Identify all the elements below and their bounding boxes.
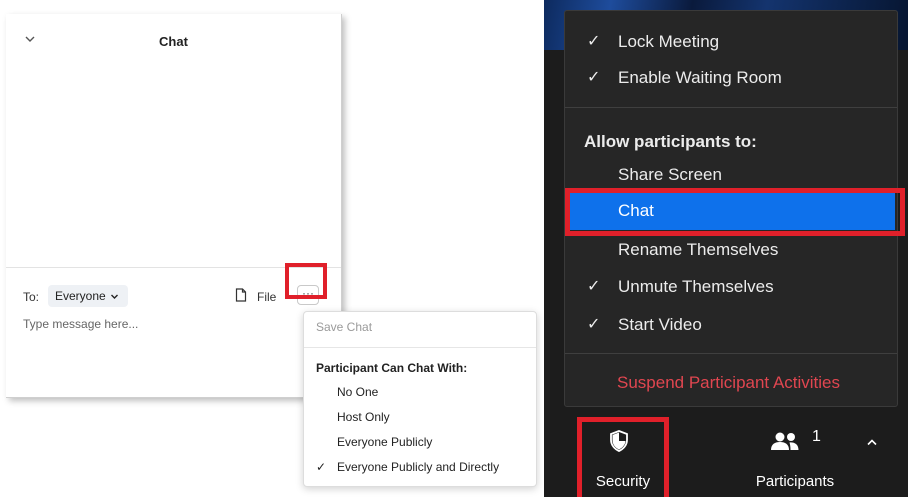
security-button-highlight — [577, 417, 669, 497]
file-icon[interactable] — [235, 288, 247, 302]
save-chat-item[interactable]: Save Chat — [316, 320, 548, 334]
share-screen-item[interactable]: Share Screen — [618, 165, 722, 185]
chat-item-highlight — [565, 188, 905, 236]
chat-options-menu: Save Chat Participant Can Chat With: No … — [303, 311, 537, 487]
allow-participants-heading: Allow participants to: — [584, 132, 757, 151]
chat-header: Chat — [6, 14, 341, 66]
divider — [565, 107, 897, 108]
check-icon: ✓ — [587, 316, 601, 333]
chat-panel: Chat To: Everyone File ··· Type message … — [6, 14, 342, 398]
suspend-participant-activities-item[interactable]: Suspend Participant Activities — [617, 373, 840, 393]
rename-themselves-item[interactable]: Rename Themselves — [618, 240, 778, 260]
option-no-one[interactable]: No One — [337, 385, 569, 399]
enable-waiting-room-item[interactable]: Enable Waiting Room — [618, 68, 782, 88]
check-icon: ✓ — [587, 33, 601, 50]
caret-up-icon[interactable] — [866, 438, 878, 446]
option-everyone-publicly-and-directly[interactable]: Everyone Publicly and Directly — [337, 460, 569, 474]
recipient-select[interactable]: Everyone — [48, 285, 128, 307]
participants-count: 1 — [812, 428, 821, 445]
recipient-value: Everyone — [55, 289, 106, 303]
lock-meeting-item[interactable]: Lock Meeting — [618, 32, 719, 52]
participants-label: Participants — [755, 473, 835, 490]
chat-title: Chat — [159, 34, 188, 49]
divider — [565, 353, 897, 354]
divider — [304, 347, 536, 348]
message-input[interactable]: Type message here... — [23, 317, 283, 331]
option-everyone-publicly[interactable]: Everyone Publicly — [337, 435, 569, 449]
to-label: To: — [23, 290, 40, 304]
file-button-label[interactable]: File — [257, 290, 276, 304]
participants-button[interactable]: 1 Participants — [740, 418, 850, 497]
chevron-down-icon — [110, 294, 118, 299]
people-icon — [771, 432, 799, 450]
check-icon: ✓ — [316, 460, 327, 474]
check-icon: ✓ — [587, 69, 601, 86]
unmute-themselves-item[interactable]: Unmute Themselves — [618, 277, 774, 297]
chat-permission-heading: Participant Can Chat With: — [316, 361, 468, 375]
option-host-only[interactable]: Host Only — [337, 410, 569, 424]
check-icon: ✓ — [587, 278, 601, 295]
start-video-item[interactable]: Start Video — [618, 315, 702, 335]
more-options-highlight — [285, 263, 327, 299]
